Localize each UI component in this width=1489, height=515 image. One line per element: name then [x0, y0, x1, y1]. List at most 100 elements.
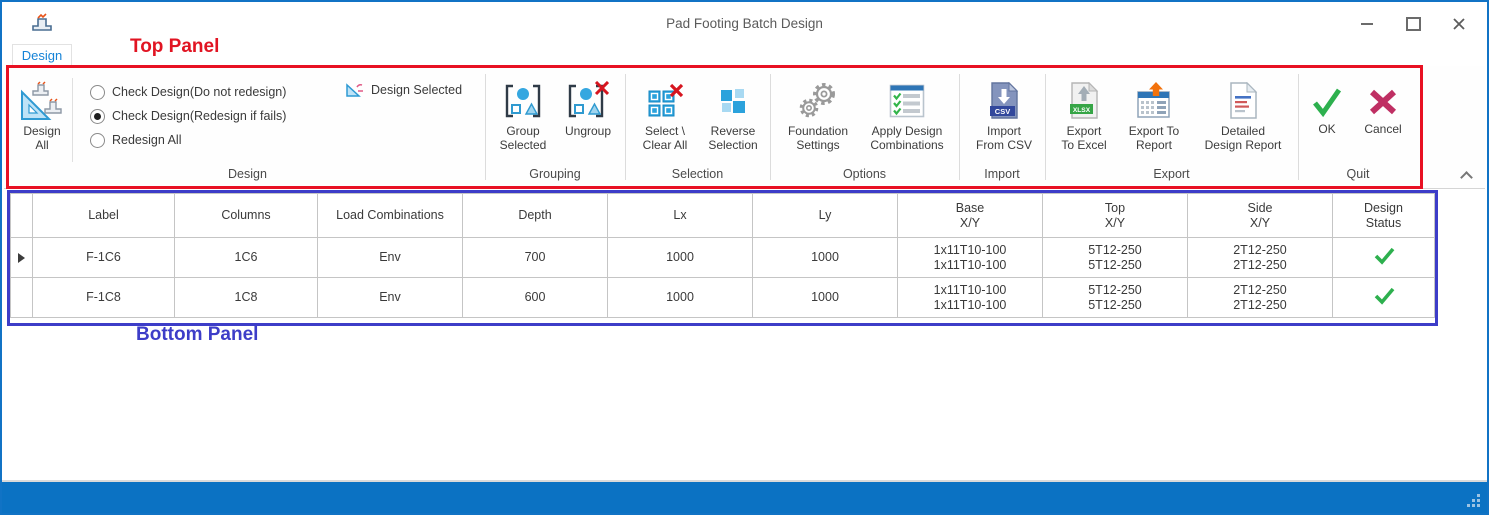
export-to-report-button[interactable]: Export To Report [1118, 78, 1190, 152]
reverse-selection-icon [719, 78, 747, 124]
col-header-columns[interactable]: Columns [175, 194, 318, 238]
col-header-top-xy[interactable]: TopX/Y [1043, 194, 1188, 238]
cell-top-xy[interactable]: 5T12-2505T12-250 [1043, 278, 1188, 318]
divider [625, 74, 626, 180]
cell-side-xy[interactable]: 2T12-2502T12-250 [1188, 238, 1333, 278]
col-header-side-xy[interactable]: SideX/Y [1188, 194, 1333, 238]
cell-load-combinations[interactable]: Env [318, 238, 463, 278]
group-caption-export: Export [1045, 167, 1298, 181]
group-caption-quit: Quit [1298, 167, 1418, 181]
cell-label[interactable]: F-1C6 [33, 238, 175, 278]
foundation-settings-icon [797, 78, 839, 124]
minimize-icon [1361, 23, 1373, 25]
ungroup-icon [567, 78, 609, 124]
tab-design[interactable]: Design [12, 44, 72, 66]
radio-check-design-redesign-if-fails[interactable]: Check Design(Redesign if fails) [90, 104, 286, 128]
col-header-design-status[interactable]: DesignStatus [1333, 194, 1435, 238]
reverse-selection-label: Reverse Selection [708, 124, 757, 152]
cell-lx[interactable]: 1000 [608, 238, 753, 278]
cell-ly[interactable]: 1000 [753, 238, 898, 278]
design-all-button[interactable]: Design All [12, 78, 72, 152]
ribbon: Design All Check Design(Do not redesign)… [4, 66, 1485, 189]
cell-top-xy[interactable]: 5T12-2505T12-250 [1043, 238, 1188, 278]
cancel-button[interactable]: Cancel [1356, 82, 1410, 136]
apply-design-combinations-label: Apply Design Combinations [870, 124, 943, 152]
divider [72, 78, 73, 162]
resize-grip[interactable] [1466, 493, 1482, 509]
maximize-button[interactable] [1405, 16, 1421, 32]
select-clear-all-label: Select \ Clear All [643, 124, 688, 152]
svg-text:CSV: CSV [995, 107, 1010, 116]
ungroup-button[interactable]: Ungroup [556, 78, 620, 138]
reverse-selection-button[interactable]: Reverse Selection [700, 78, 766, 152]
footing-grid: Label Columns Load Combinations Depth Lx… [10, 193, 1435, 318]
group-caption-import: Import [959, 167, 1045, 181]
col-header-base-xy[interactable]: BaseX/Y [898, 194, 1043, 238]
cell-depth[interactable]: 700 [463, 238, 608, 278]
design-selected-button[interactable]: Design Selected [345, 81, 462, 98]
col-header-label[interactable]: Label [33, 194, 175, 238]
foundation-settings-button[interactable]: Foundation Settings [778, 78, 858, 152]
radio-icon [90, 85, 105, 100]
maximize-icon [1406, 17, 1421, 31]
cell-ly[interactable]: 1000 [753, 278, 898, 318]
cell-columns[interactable]: 1C6 [175, 238, 318, 278]
design-selected-icon [345, 81, 365, 98]
ok-label: OK [1318, 122, 1335, 136]
apply-design-combinations-icon [889, 78, 925, 124]
col-header-lx[interactable]: Lx [608, 194, 753, 238]
cell-base-xy[interactable]: 1x11T10-1001x11T10-100 [898, 238, 1043, 278]
group-caption-grouping: Grouping [485, 167, 625, 181]
bottom-panel-annotation: Bottom Panel [136, 324, 258, 346]
radio-check-design-no-redesign[interactable]: Check Design(Do not redesign) [90, 80, 286, 104]
col-header-depth[interactable]: Depth [463, 194, 608, 238]
export-to-report-icon [1135, 78, 1173, 124]
cell-lx[interactable]: 1000 [608, 278, 753, 318]
cell-base-xy[interactable]: 1x11T10-1001x11T10-100 [898, 278, 1043, 318]
export-to-excel-label: Export To Excel [1061, 124, 1106, 152]
cell-design-status[interactable] [1333, 278, 1435, 318]
divider [485, 74, 486, 180]
close-icon [1452, 17, 1466, 31]
cancel-x-icon [1367, 82, 1399, 122]
status-bar [2, 482, 1487, 513]
import-from-csv-button[interactable]: CSV Import From CSV [966, 78, 1042, 152]
apply-design-combinations-button[interactable]: Apply Design Combinations [858, 78, 956, 152]
row-selector[interactable] [11, 278, 33, 318]
cell-label[interactable]: F-1C8 [33, 278, 175, 318]
cell-design-status[interactable] [1333, 238, 1435, 278]
app-window: Pad Footing Batch Design Design Top Pane… [0, 0, 1489, 515]
close-button[interactable] [1451, 16, 1467, 32]
import-from-csv-icon: CSV [989, 78, 1019, 124]
select-clear-all-icon [646, 78, 684, 124]
radio-redesign-all[interactable]: Redesign All [90, 128, 286, 152]
table-row: F-1C8 1C8 Env 600 1000 1000 1x11T10-1001… [11, 278, 1435, 318]
window-title: Pad Footing Batch Design [4, 16, 1485, 31]
detailed-design-report-button[interactable]: Detailed Design Report [1192, 78, 1294, 152]
row-selector[interactable] [11, 238, 33, 278]
current-row-arrow-icon [18, 253, 25, 263]
design-all-icon [20, 78, 64, 124]
radio-label: Check Design(Redesign if fails) [112, 109, 286, 123]
cell-columns[interactable]: 1C8 [175, 278, 318, 318]
cell-depth[interactable]: 600 [463, 278, 608, 318]
group-selected-button[interactable]: Group Selected [492, 78, 554, 152]
cell-load-combinations[interactable]: Env [318, 278, 463, 318]
col-header-load-combinations[interactable]: Load Combinations [318, 194, 463, 238]
design-all-label: Design All [23, 124, 60, 152]
import-from-csv-label: Import From CSV [976, 124, 1032, 152]
minimize-button[interactable] [1359, 16, 1375, 32]
design-selected-label: Design Selected [371, 83, 462, 97]
radio-icon [90, 109, 105, 124]
cell-side-xy[interactable]: 2T12-2502T12-250 [1188, 278, 1333, 318]
col-header-ly[interactable]: Ly [753, 194, 898, 238]
foundation-settings-label: Foundation Settings [788, 124, 848, 152]
ok-button[interactable]: OK [1304, 82, 1350, 136]
export-to-excel-button[interactable]: XLSX Export To Excel [1052, 78, 1116, 152]
group-caption-selection: Selection [625, 167, 770, 181]
select-clear-all-button[interactable]: Select \ Clear All [634, 78, 696, 152]
ok-check-icon [1309, 82, 1345, 122]
divider [770, 74, 771, 180]
design-status-pass-icon [1373, 287, 1395, 305]
ribbon-collapse-chevron-icon[interactable] [1461, 170, 1472, 181]
